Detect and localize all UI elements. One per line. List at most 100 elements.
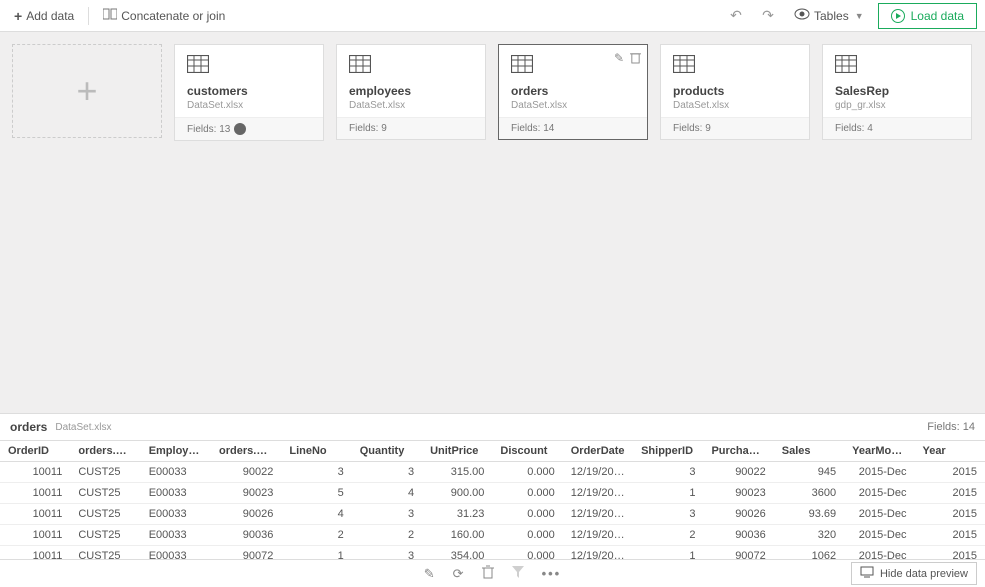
edit-icon[interactable]: ✎	[614, 51, 624, 67]
table-cell: 90026	[703, 504, 773, 525]
table-cell: 90026	[211, 504, 281, 525]
table-cell: 1062	[774, 546, 844, 560]
preview-header: orders DataSet.xlsx Fields: 14	[0, 413, 985, 441]
edit-icon[interactable]: ✎	[424, 566, 435, 582]
globe-icon	[234, 123, 246, 135]
table-cell: 10011	[0, 546, 70, 560]
table-cell: 0.000	[492, 504, 562, 525]
toolbar: + Add data Concatenate or join ↶ ↷ Table…	[0, 0, 985, 32]
table-cell: 90072	[211, 546, 281, 560]
divider	[88, 7, 89, 25]
hide-preview-label: Hide data preview	[880, 568, 968, 580]
table-cell: E00033	[141, 462, 211, 483]
preview-footer: ✎ ⟳ ••• Hide data preview	[0, 559, 985, 587]
table-cell: 90036	[211, 525, 281, 546]
plus-icon: +	[76, 70, 97, 112]
table-icon	[349, 55, 473, 76]
table-cell: 90022	[703, 462, 773, 483]
table-cell: 3	[281, 462, 351, 483]
table-cell: 90072	[703, 546, 773, 560]
column-header[interactable]: orders.Cust…	[70, 441, 140, 462]
load-data-button[interactable]: Load data	[878, 3, 977, 29]
view-tables-button[interactable]: Tables ▼	[788, 4, 870, 27]
table-cell: CUST25	[70, 462, 140, 483]
delete-icon[interactable]	[630, 51, 641, 67]
table-cell: 3	[633, 504, 703, 525]
table-card-title: employees	[349, 84, 473, 98]
add-data-label: Add data	[26, 9, 74, 23]
table-cell: 1	[281, 546, 351, 560]
table-cell: 12/19/2015	[563, 462, 633, 483]
redo-button[interactable]: ↷	[756, 4, 780, 28]
preview-table-name: orders	[10, 420, 47, 434]
table-cell: 12/19/2015	[563, 504, 633, 525]
undo-button[interactable]: ↶	[724, 4, 748, 28]
filter-icon[interactable]	[512, 566, 524, 581]
table-card-employees[interactable]: employeesDataSet.xlsxFields: 9	[336, 44, 486, 140]
column-header[interactable]: orders.Prod…	[211, 441, 281, 462]
column-header[interactable]: Discount	[492, 441, 562, 462]
column-header[interactable]: YearMonth	[844, 441, 914, 462]
table-cell: 1	[633, 483, 703, 504]
table-row[interactable]: 10011CUST25E000339002233315.000.00012/19…	[0, 462, 985, 483]
table-card-orders[interactable]: ✎ordersDataSet.xlsxFields: 14	[498, 44, 648, 140]
table-card-fields: Fields: 4	[835, 123, 873, 134]
table-cell: 2015-Dec	[844, 462, 914, 483]
table-cell: 2	[352, 525, 422, 546]
column-header[interactable]: Quantity	[352, 441, 422, 462]
table-cell: 12/19/2015	[563, 546, 633, 560]
table-cell: 900.00	[422, 483, 492, 504]
table-cell: 10011	[0, 525, 70, 546]
add-table-card[interactable]: +	[12, 44, 162, 138]
column-header[interactable]: UnitPrice	[422, 441, 492, 462]
table-cell: 1	[633, 546, 703, 560]
table-cell: 31.23	[422, 504, 492, 525]
table-cell: 2015	[914, 546, 985, 560]
table-cell: 0.000	[492, 525, 562, 546]
table-card-products[interactable]: productsDataSet.xlsxFields: 9	[660, 44, 810, 140]
load-data-label: Load data	[911, 9, 964, 23]
table-row[interactable]: 10011CUST25E000339003622160.000.00012/19…	[0, 525, 985, 546]
preview-source: DataSet.xlsx	[55, 422, 111, 433]
table-cell: CUST25	[70, 504, 140, 525]
column-header[interactable]: LineNo	[281, 441, 351, 462]
column-header[interactable]: OrderID	[0, 441, 70, 462]
refresh-icon[interactable]: ⟳	[453, 566, 464, 582]
table-cell: 354.00	[422, 546, 492, 560]
delete-icon[interactable]	[482, 565, 494, 582]
table-cell: 3600	[774, 483, 844, 504]
table-card-customers[interactable]: customersDataSet.xlsxFields: 13	[174, 44, 324, 141]
table-cell: E00033	[141, 546, 211, 560]
more-icon[interactable]: •••	[542, 566, 562, 581]
table-cell: 3	[352, 546, 422, 560]
table-cell: 160.00	[422, 525, 492, 546]
column-header[interactable]: Year	[914, 441, 985, 462]
table-cell: 0.000	[492, 462, 562, 483]
table-cell: 0.000	[492, 546, 562, 560]
table-cell: 10011	[0, 462, 70, 483]
table-row[interactable]: 10011CUST25E000339007213354.000.00012/19…	[0, 546, 985, 560]
table-row[interactable]: 10011CUST25E00033900264331.230.00012/19/…	[0, 504, 985, 525]
column-header[interactable]: EmployeeKey	[141, 441, 211, 462]
tables-label: Tables	[814, 9, 849, 23]
table-card-fields: Fields: 14	[511, 123, 554, 134]
column-header[interactable]: Sales	[774, 441, 844, 462]
column-header[interactable]: OrderDate	[563, 441, 633, 462]
preview-fields-count: Fields: 14	[927, 421, 975, 433]
table-row[interactable]: 10011CUST25E000339002354900.000.00012/19…	[0, 483, 985, 504]
table-cell: 5	[281, 483, 351, 504]
table-cell: E00033	[141, 525, 211, 546]
table-cell: 4	[281, 504, 351, 525]
table-cell: 10011	[0, 504, 70, 525]
add-data-button[interactable]: + Add data	[8, 4, 80, 28]
table-cell: 2	[633, 525, 703, 546]
table-cell: E00033	[141, 483, 211, 504]
table-cell: 90023	[211, 483, 281, 504]
column-header[interactable]: PurchasedP…	[703, 441, 773, 462]
concatenate-button[interactable]: Concatenate or join	[97, 3, 231, 28]
table-cell: 0.000	[492, 483, 562, 504]
table-card-SalesRep[interactable]: SalesRepgdp_gr.xlsxFields: 4	[822, 44, 972, 140]
column-header[interactable]: ShipperID	[633, 441, 703, 462]
table-card-title: orders	[511, 84, 635, 98]
hide-preview-button[interactable]: Hide data preview	[851, 562, 977, 585]
